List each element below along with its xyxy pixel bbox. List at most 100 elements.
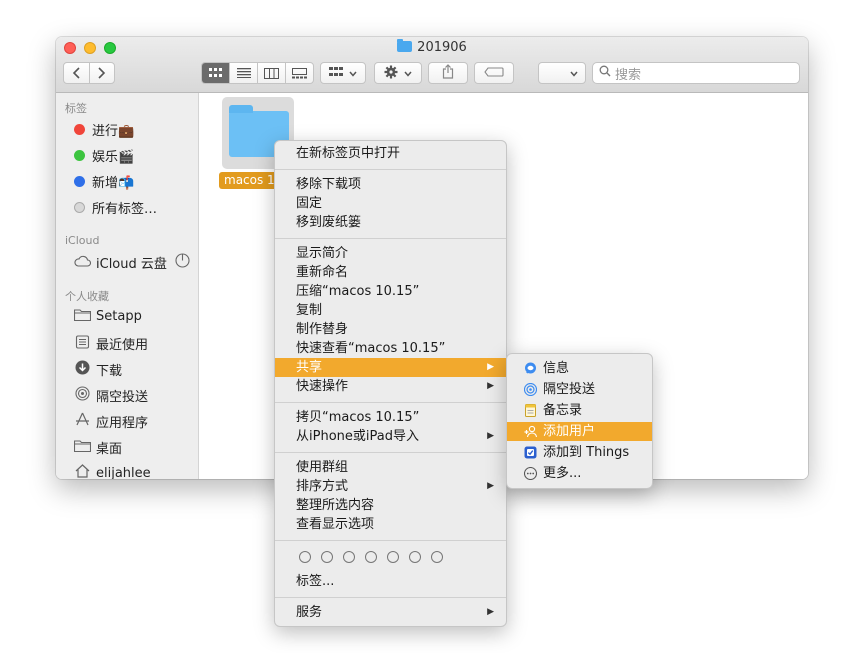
notes-icon [524, 404, 537, 417]
share-button[interactable] [428, 62, 468, 84]
sidebar-item-label: 娱乐🎬 [92, 150, 135, 165]
sidebar-tag-item[interactable]: 进行💼 [74, 120, 134, 139]
share-item-notes[interactable]: 备忘录 [507, 401, 652, 420]
menu-item-sort-by[interactable]: 排序方式 ▶ [275, 477, 506, 496]
icon-view-icon[interactable] [202, 63, 230, 83]
menu-item-label: 共享 [296, 360, 323, 375]
menu-item-label: 排序方式 [296, 479, 349, 494]
sidebar-tag-item[interactable]: 娱乐🎬 [74, 146, 134, 165]
airdrop-icon [74, 386, 91, 405]
add-people-icon [524, 425, 538, 438]
tag-button[interactable] [474, 62, 514, 84]
menu-item-label: 快速操作 [296, 379, 349, 394]
list-view-icon[interactable] [230, 63, 258, 83]
submenu-arrow-icon: ▶ [487, 381, 494, 391]
chevron-down-icon [404, 66, 412, 80]
tag-color-option[interactable] [321, 551, 333, 563]
tag-color-option[interactable] [409, 551, 421, 563]
share-item-messages[interactable]: 信息 [507, 359, 652, 378]
share-submenu: 信息 隔空投送 备忘录 添加用户 添加到 Things 更多... [506, 353, 653, 489]
gear-icon [384, 65, 398, 82]
menu-item-quick-look[interactable]: 快速查看“macos 10.15” [275, 339, 506, 358]
applications-icon [74, 412, 91, 431]
menu-item-label: 服务 [296, 605, 323, 620]
sidebar-item-label: 下载 [96, 364, 123, 379]
tag-color-option[interactable] [365, 551, 377, 563]
tag-color-option[interactable] [431, 551, 443, 563]
sidebar-tag-item[interactable]: 新增📬 [74, 172, 134, 191]
share-item-things[interactable]: 添加到 Things [507, 443, 652, 462]
path-dropdown[interactable] [538, 62, 586, 84]
sidebar-item-label: Setapp [96, 309, 142, 324]
sidebar-header-icloud: iCloud [65, 234, 100, 247]
share-item-add-people[interactable]: 添加用户 [507, 422, 652, 441]
search-input[interactable]: 搜索 [592, 62, 800, 84]
chevron-left-icon[interactable] [64, 63, 90, 83]
menu-separator [275, 402, 506, 403]
menu-item-copy[interactable]: 拷贝“macos 10.15” [275, 408, 506, 427]
sidebar: 标签 进行💼 娱乐🎬 新增📬 所有标签… iCloud iCloud 云盘 个人… [56, 93, 199, 479]
menu-item-tags[interactable]: 标签... [275, 572, 506, 591]
menu-item-make-alias[interactable]: 制作替身 [275, 320, 506, 339]
menu-item-label: 信息 [543, 361, 570, 376]
tag-color-dot [74, 202, 85, 213]
group-icon [329, 66, 343, 80]
menu-item-use-groups[interactable]: 使用群组 [275, 458, 506, 477]
sidebar-item-setapp[interactable]: Setapp [73, 308, 142, 325]
menu-item-move-to-trash[interactable]: 移到废纸篓 [275, 213, 506, 232]
home-icon [74, 464, 91, 479]
sidebar-all-tags[interactable]: 所有标签… [74, 198, 157, 217]
menu-item-remove-download[interactable]: 移除下载项 [275, 175, 506, 194]
messages-icon [524, 362, 537, 375]
title-bar: 201906 搜索 [56, 37, 808, 93]
chevron-right-icon[interactable] [90, 63, 115, 83]
sidebar-item-applications[interactable]: 应用程序 [74, 412, 148, 431]
tag-color-option[interactable] [299, 551, 311, 563]
share-item-airdrop[interactable]: 隔空投送 [507, 380, 652, 399]
menu-item-open-in-new-tab[interactable]: 在新标签页中打开 [275, 144, 506, 163]
recents-icon [74, 334, 91, 353]
menu-item-services[interactable]: 服务 ▶ [275, 603, 506, 622]
menu-item-clean-up-selection[interactable]: 整理所选内容 [275, 496, 506, 515]
tag-icon [484, 66, 504, 80]
menu-item-get-info[interactable]: 显示简介 [275, 244, 506, 263]
menu-item-share[interactable]: 共享 ▶ [275, 358, 506, 377]
folder-icon [73, 439, 92, 456]
menu-item-duplicate[interactable]: 复制 [275, 301, 506, 320]
progress-icon [175, 253, 190, 272]
sidebar-item-icloud-drive[interactable]: iCloud 云盘 [74, 253, 190, 272]
context-menu: 在新标签页中打开 移除下载项 固定 移到废纸篓 显示简介 重新命名 压缩“mac… [274, 140, 507, 627]
sidebar-item-label: 最近使用 [96, 338, 149, 353]
window-title-text: 201906 [417, 40, 467, 55]
search-placeholder: 搜索 [615, 67, 642, 83]
tag-color-option[interactable] [343, 551, 355, 563]
menu-item-import-from-iphone[interactable]: 从iPhone或iPad导入 ▶ [275, 427, 506, 446]
menu-item-pin[interactable]: 固定 [275, 194, 506, 213]
tag-color-option[interactable] [387, 551, 399, 563]
menu-item-label: 添加用户 [543, 424, 596, 439]
menu-item-rename[interactable]: 重新命名 [275, 263, 506, 282]
gallery-view-icon[interactable] [286, 63, 313, 83]
action-button[interactable] [374, 62, 422, 84]
sidebar-item-label: 桌面 [96, 442, 123, 457]
menu-item-quick-actions[interactable]: 快速操作 ▶ [275, 377, 506, 396]
submenu-arrow-icon: ▶ [487, 481, 494, 491]
sidebar-item-label: 新增📬 [92, 176, 135, 191]
tag-color-dot [74, 124, 85, 135]
menu-item-compress[interactable]: 压缩“macos 10.15” [275, 282, 506, 301]
share-item-more[interactable]: 更多... [507, 464, 652, 483]
sidebar-header-favorites: 个人收藏 [65, 290, 109, 303]
group-button[interactable] [320, 62, 366, 84]
menu-item-label: 隔空投送 [543, 382, 596, 397]
sidebar-item-desktop[interactable]: 桌面 [73, 438, 123, 457]
column-view-icon[interactable] [258, 63, 286, 83]
airdrop-icon [523, 382, 538, 397]
submenu-arrow-icon: ▶ [487, 431, 494, 441]
sidebar-item-home[interactable]: elijahlee [74, 464, 151, 479]
tag-color-picker [299, 551, 443, 563]
sidebar-item-airdrop[interactable]: 隔空投送 [74, 386, 148, 405]
sidebar-item-recents[interactable]: 最近使用 [74, 334, 148, 353]
sidebar-item-downloads[interactable]: 下载 [74, 360, 122, 379]
menu-item-show-view-options[interactable]: 查看显示选项 [275, 515, 506, 534]
cloud-icon [74, 255, 91, 271]
